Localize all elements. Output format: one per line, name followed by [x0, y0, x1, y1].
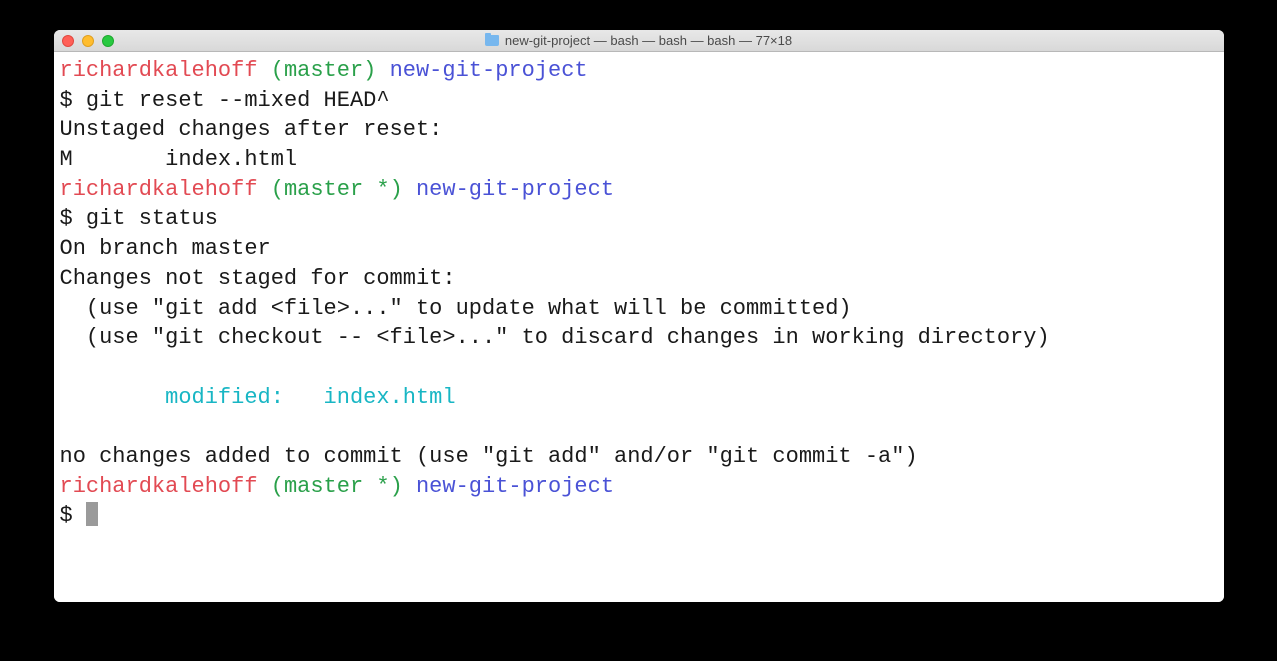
output-line: M index.html — [60, 147, 298, 172]
terminal-body[interactable]: richardkalehoff (master) new-git-project… — [54, 52, 1224, 602]
maximize-icon[interactable] — [102, 35, 114, 47]
prompt-dir: new-git-project — [416, 474, 614, 499]
output-line: no changes added to commit (use "git add… — [60, 444, 918, 469]
traffic-lights — [62, 35, 114, 47]
prompt-dir: new-git-project — [390, 58, 588, 83]
output-line: (use "git checkout -- <file>..." to disc… — [60, 325, 1050, 350]
command-text: git reset --mixed HEAD^ — [86, 88, 390, 113]
prompt-user: richardkalehoff — [60, 177, 258, 202]
prompt-symbol: $ — [60, 206, 86, 231]
folder-icon — [485, 35, 499, 46]
minimize-icon[interactable] — [82, 35, 94, 47]
prompt-branch: (master *) — [271, 177, 403, 202]
window-title: new-git-project — bash — bash — bash — 7… — [505, 33, 792, 48]
output-line: On branch master — [60, 236, 271, 261]
command-text: git status — [86, 206, 218, 231]
prompt-user: richardkalehoff — [60, 474, 258, 499]
close-icon[interactable] — [62, 35, 74, 47]
output-line: (use "git add <file>..." to update what … — [60, 296, 852, 321]
prompt-user: richardkalehoff — [60, 58, 258, 83]
prompt-dir: new-git-project — [416, 177, 614, 202]
modified-line: modified: index.html — [60, 385, 456, 410]
output-line: Unstaged changes after reset: — [60, 117, 443, 142]
window-title-wrap: new-git-project — bash — bash — bash — 7… — [54, 33, 1224, 48]
output-line: Changes not staged for commit: — [60, 266, 456, 291]
cursor-icon — [86, 502, 98, 526]
prompt-symbol: $ — [60, 503, 86, 528]
prompt-branch: (master) — [271, 58, 377, 83]
prompt-symbol: $ — [60, 88, 86, 113]
titlebar[interactable]: new-git-project — bash — bash — bash — 7… — [54, 30, 1224, 52]
terminal-window: new-git-project — bash — bash — bash — 7… — [54, 30, 1224, 602]
prompt-branch: (master *) — [271, 474, 403, 499]
